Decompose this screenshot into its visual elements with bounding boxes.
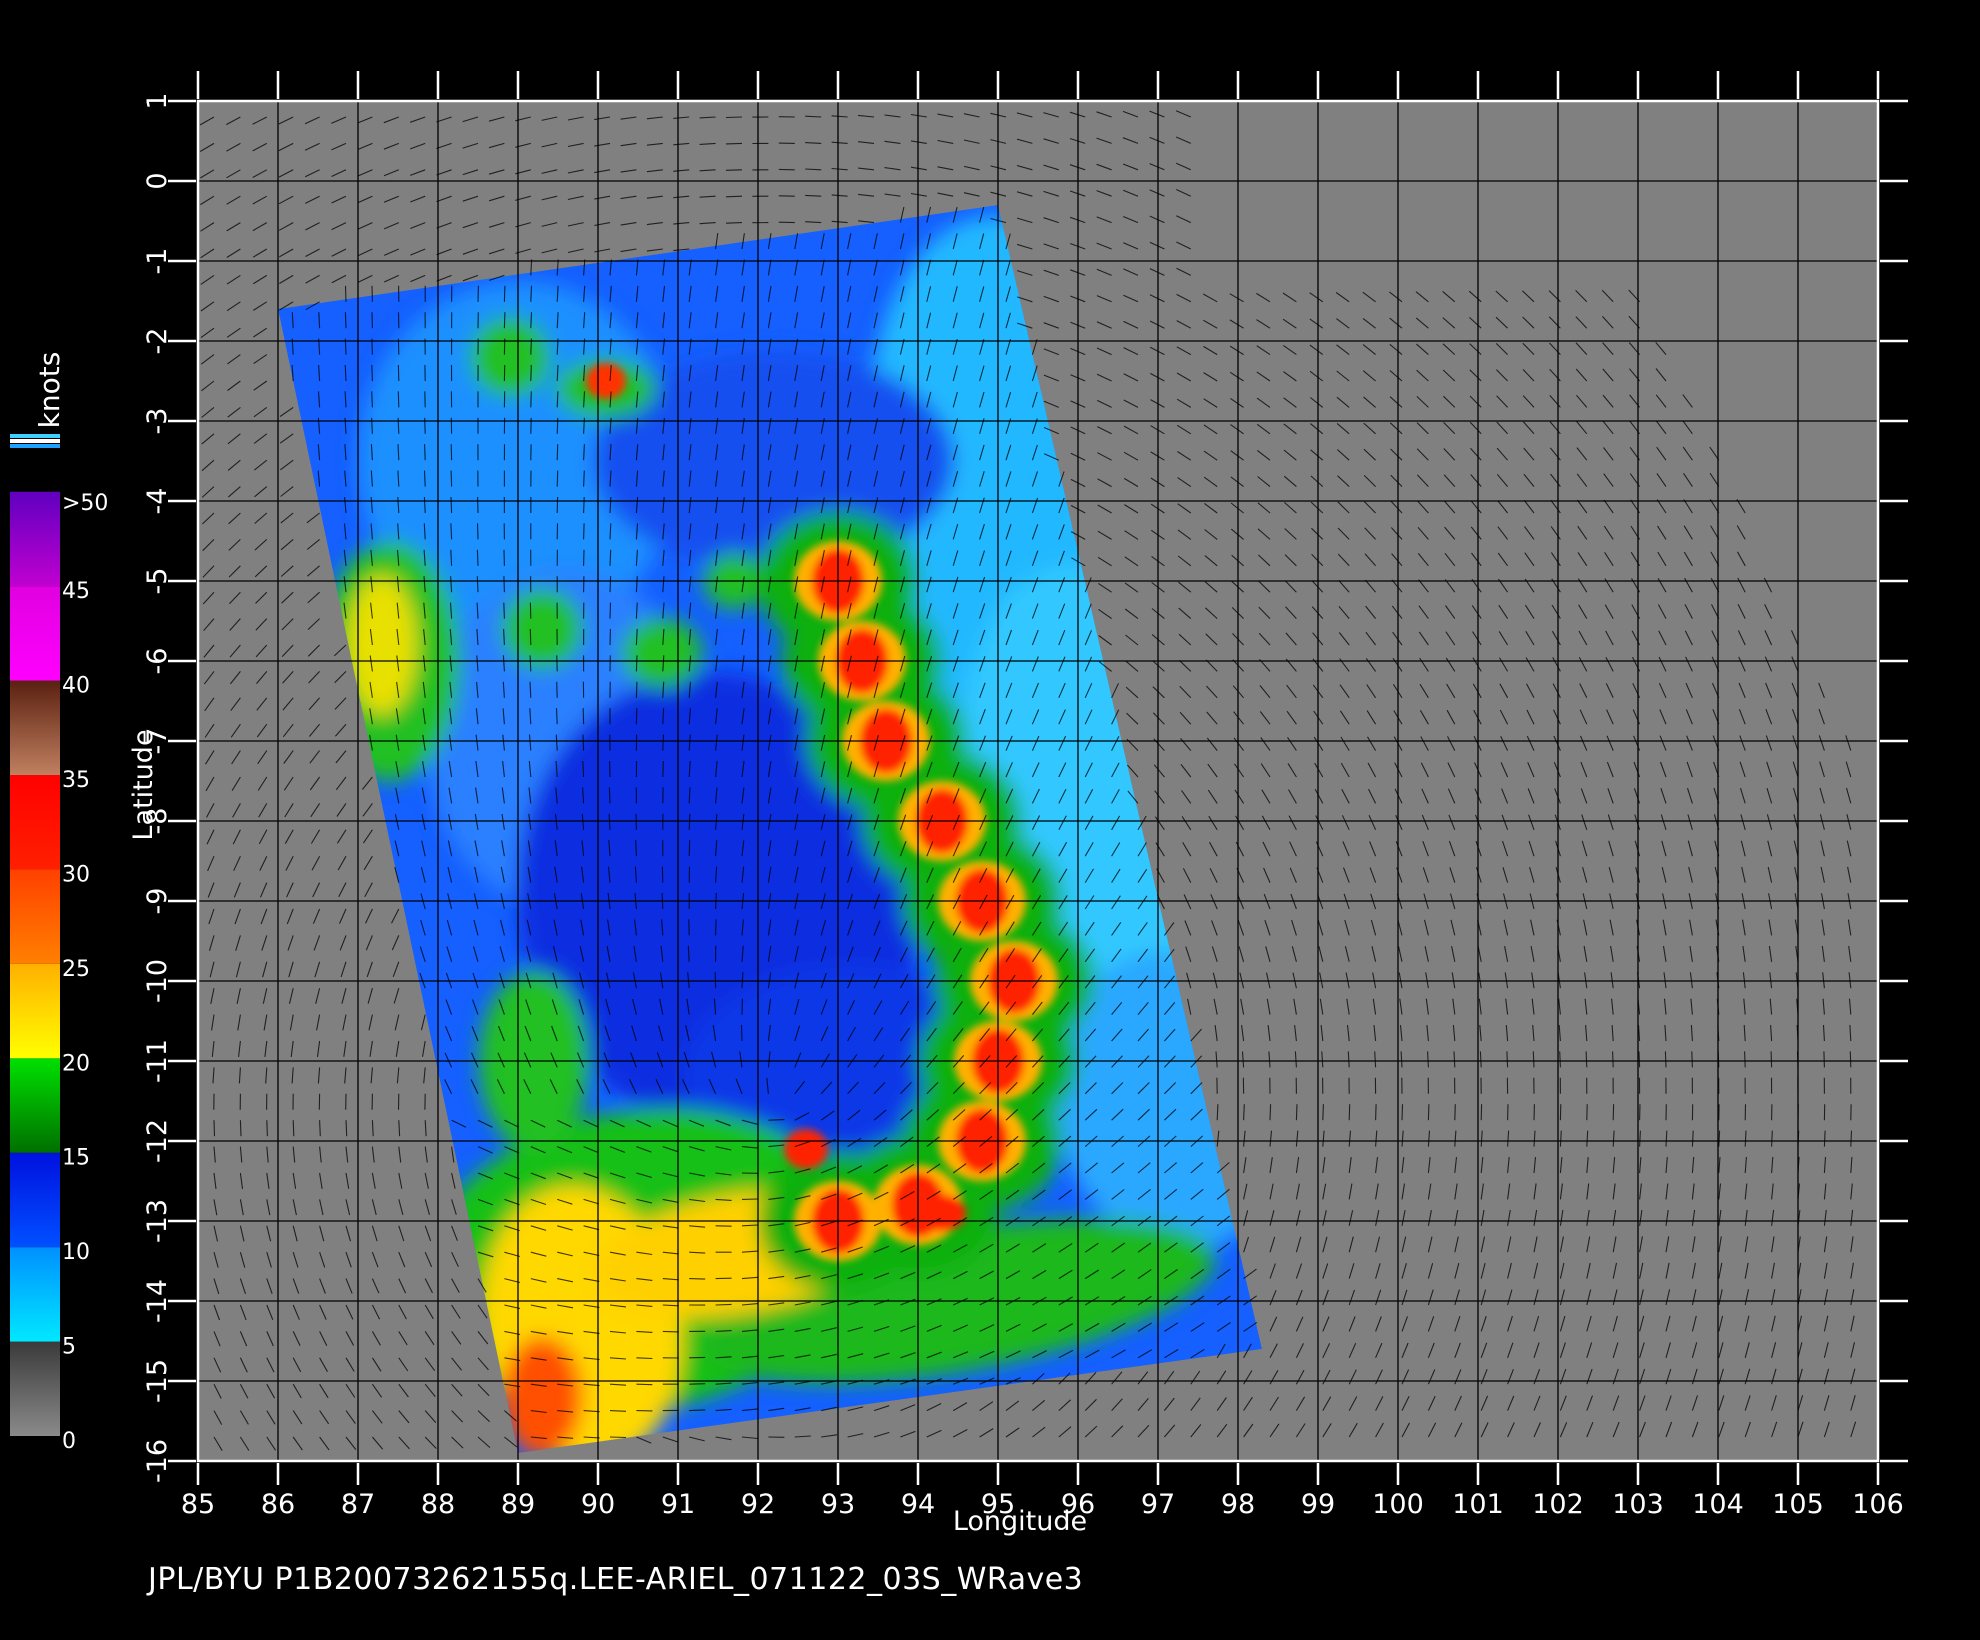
colorbar-label: 35	[62, 768, 90, 793]
colorbar-segment	[10, 1152, 60, 1248]
lon-tick-label: 105	[1772, 1489, 1824, 1520]
lon-tick-label: 104	[1692, 1489, 1744, 1520]
colorbar-label: 25	[62, 957, 90, 982]
lon-tick-label: 91	[661, 1489, 695, 1520]
lat-tick-label: -10	[142, 959, 173, 1003]
lat-tick-label: -11	[142, 1039, 173, 1083]
colorbar-segment	[10, 491, 60, 587]
colorbar-segment	[10, 1058, 60, 1153]
colorbar-label: 15	[62, 1146, 90, 1171]
lat-tick-label: -12	[142, 1119, 173, 1163]
lon-tick-label: 101	[1452, 1489, 1504, 1520]
colorbar-segment	[10, 1247, 60, 1342]
colorbar-label: 10	[62, 1240, 90, 1265]
colorbar-label: 30	[62, 862, 90, 887]
south-red-cell	[784, 1129, 828, 1169]
lat-tick-label: -1	[142, 248, 173, 275]
lon-tick-label: 103	[1612, 1489, 1664, 1520]
colorbar-cap-stripe	[10, 434, 60, 438]
lon-tick-label: 106	[1852, 1489, 1904, 1520]
colorbar-segment	[10, 680, 60, 776]
west-green-patch	[502, 589, 582, 669]
lat-tick-label: 1	[142, 92, 173, 109]
west-green-patch	[622, 618, 702, 688]
lat-tick-label: -3	[142, 408, 173, 435]
lat-tick-label: -5	[142, 568, 173, 595]
lon-tick-label: 89	[501, 1489, 535, 1520]
colorbar-segment	[10, 869, 60, 964]
colorbar-segment	[10, 586, 60, 681]
colorbar-segment	[10, 1341, 60, 1436]
lon-tick-label: 94	[901, 1489, 935, 1520]
south-red-cell	[918, 1195, 966, 1231]
colorbar-label: >50	[62, 491, 108, 516]
lat-tick-label: -14	[142, 1279, 173, 1323]
lat-tick-label: -6	[142, 648, 173, 675]
colorbar-label: 0	[62, 1429, 76, 1454]
lat-tick-label: -13	[142, 1199, 173, 1243]
lat-tick-label: -2	[142, 328, 173, 355]
lon-tick-label: 88	[421, 1489, 455, 1520]
colorbar-segment	[10, 963, 60, 1059]
lat-tick-label: -15	[142, 1359, 173, 1403]
lon-tick-label: 86	[261, 1489, 295, 1520]
colorbar-label: 40	[62, 674, 90, 699]
colorbar-segment	[10, 775, 60, 870]
speed-colorbar: >50 45 40 35 30 25 20 15 10 5 0	[10, 434, 108, 1454]
lon-tick-label: 98	[1221, 1489, 1255, 1520]
lon-tick-label: 85	[181, 1489, 215, 1520]
lat-tick-label: -16	[142, 1439, 173, 1483]
x-axis-label: Longitude	[953, 1506, 1087, 1537]
colorbar-label: 45	[62, 579, 90, 604]
colorbar-label: 5	[62, 1335, 76, 1360]
lon-tick-label: 93	[821, 1489, 855, 1520]
wind-map-figure: 85 86 87 88 89 90 91 92 93 94 95 96 97 98 99 100 101 102 1…	[10, 71, 1908, 1537]
lat-tick-label: -4	[142, 488, 173, 515]
lon-tick-label: 102	[1532, 1489, 1584, 1520]
y-axis-label: Latitude	[128, 729, 159, 840]
colorbar-cap-stripe	[10, 439, 60, 443]
lon-tick-label: 87	[341, 1489, 375, 1520]
lon-tick-label: 92	[741, 1489, 775, 1520]
north-red-cell	[586, 363, 626, 399]
lon-tick-label: 99	[1301, 1489, 1335, 1520]
colorbar-cap-stripe	[10, 444, 60, 448]
colorbar-title: knots	[33, 352, 66, 429]
lon-tick-label: 90	[581, 1489, 615, 1520]
file-id-caption: JPL/BYU P1B20073262155q.LEE-ARIEL_071122…	[148, 1562, 1084, 1597]
north-green-patch	[470, 317, 550, 397]
lon-tick-label: 97	[1141, 1489, 1175, 1520]
lon-tick-label: 100	[1372, 1489, 1424, 1520]
lat-tick-label: 0	[142, 172, 173, 189]
colorbar-label: 20	[62, 1051, 90, 1076]
lat-tick-label: -9	[142, 888, 173, 915]
